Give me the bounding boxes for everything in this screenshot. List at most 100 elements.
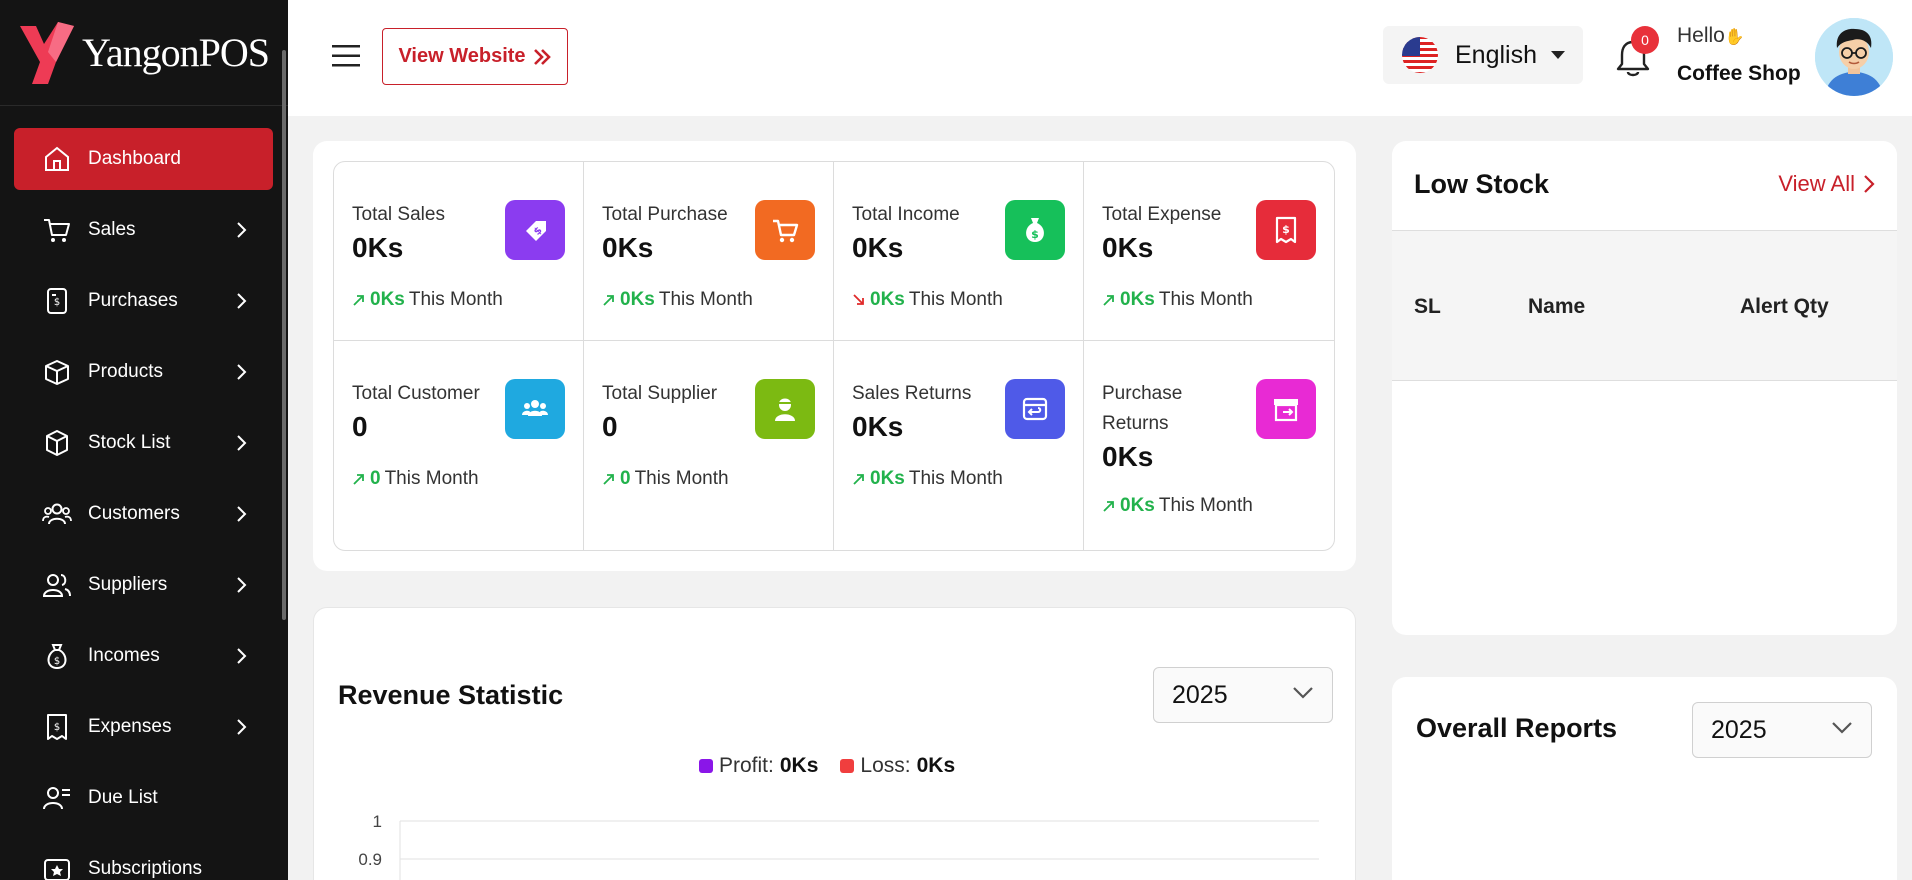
user-group-icon bbox=[42, 574, 71, 597]
sidebar-item-customers[interactable]: Customers bbox=[14, 483, 273, 545]
legend-name: Profit: bbox=[719, 754, 774, 777]
sidebar-scrollbar[interactable] bbox=[282, 50, 286, 620]
sidebar-item-label: Sales bbox=[88, 219, 136, 240]
notification-badge: 0 bbox=[1631, 26, 1659, 54]
stat-icon-tile bbox=[1256, 379, 1316, 439]
stat-total-purchase: Total Purchase 0Ks 0Ks This Month bbox=[584, 162, 834, 341]
chevron-right-icon bbox=[237, 293, 247, 309]
sidebar-item-incomes[interactable]: $ Incomes bbox=[14, 625, 273, 687]
trend-up-icon bbox=[353, 295, 364, 306]
overall-reports-title: Overall Reports bbox=[1416, 713, 1618, 743]
revenue-title: Revenue Statistic bbox=[338, 680, 564, 710]
legend-name: Loss: bbox=[860, 754, 911, 777]
sidebar-nav: Dashboard Sales $ Purchases Products Stock Li… bbox=[14, 128, 273, 880]
view-website-button[interactable]: View Website bbox=[382, 28, 568, 85]
revenue-statistic-card: Revenue Statistic 2025 Profit: 0Ks Loss: 0K… bbox=[313, 607, 1356, 880]
language-selector[interactable]: English bbox=[1383, 26, 1583, 84]
low-stock-card: Low Stock View All SL Name Alert Qty bbox=[1392, 141, 1897, 635]
cart-icon bbox=[773, 219, 799, 243]
stat-month: 0Ks This Month bbox=[1102, 495, 1253, 517]
stat-sales-returns: Sales Returns 0Ks 0Ks This Month bbox=[834, 341, 1084, 550]
shop-name: Coffee Shop bbox=[1677, 62, 1801, 85]
price-tag-icon: $ bbox=[526, 221, 546, 241]
chevron-right-icon bbox=[237, 506, 247, 522]
stat-month-label: This Month bbox=[1158, 495, 1253, 516]
column-name: Name bbox=[1528, 295, 1586, 318]
return-box-icon bbox=[1022, 397, 1048, 421]
sidebar-item-stock-list[interactable]: Stock List bbox=[14, 412, 273, 474]
sidebar-item-label: Suppliers bbox=[88, 574, 168, 595]
stat-month-value: 0Ks bbox=[620, 289, 655, 310]
sidebar-item-suppliers[interactable]: Suppliers bbox=[14, 554, 273, 616]
stat-month: 0Ks This Month bbox=[852, 468, 1003, 490]
chevron-right-icon bbox=[237, 648, 247, 664]
svg-text:$: $ bbox=[1282, 223, 1290, 236]
chevron-right-icon bbox=[1864, 175, 1875, 193]
chevron-down-icon bbox=[1293, 687, 1313, 699]
customers-icon bbox=[522, 400, 548, 416]
stat-total-customer: Total Customer 0 0 This Month bbox=[334, 341, 584, 550]
legend-profit[interactable]: Profit: 0Ks bbox=[699, 754, 818, 778]
sidebar-item-sales[interactable]: Sales bbox=[14, 199, 273, 261]
sidebar-item-dashboard[interactable]: Dashboard bbox=[14, 128, 273, 190]
y-tick-label: 1 bbox=[373, 812, 382, 831]
subscription-icon bbox=[44, 859, 70, 880]
caret-down-icon bbox=[1551, 51, 1565, 59]
chevron-right-icon bbox=[237, 222, 247, 238]
sidebar-item-label: Products bbox=[88, 361, 163, 382]
stat-month-value: 0Ks bbox=[870, 468, 905, 489]
avatar[interactable] bbox=[1815, 18, 1893, 96]
archive-return-icon bbox=[1274, 399, 1298, 422]
stat-month-value: 0Ks bbox=[1120, 495, 1155, 516]
box-icon bbox=[45, 360, 69, 385]
view-website-label: View Website bbox=[398, 45, 526, 67]
low-stock-table-header: SL Name Alert Qty bbox=[1392, 231, 1897, 381]
column-alert-qty: Alert Qty bbox=[1740, 295, 1829, 318]
stat-label: Sales Returns bbox=[852, 383, 972, 404]
stat-month-value: 0Ks bbox=[870, 289, 905, 310]
trend-up-icon bbox=[1103, 295, 1114, 306]
view-all-link[interactable]: View All bbox=[1778, 171, 1875, 197]
receipt-icon: $ bbox=[47, 288, 67, 314]
stat-label: Total Supplier bbox=[602, 383, 718, 404]
cube-icon bbox=[46, 430, 68, 456]
sidebar-item-expenses[interactable]: $ Expenses bbox=[14, 696, 273, 758]
trend-up-icon bbox=[853, 474, 864, 485]
revenue-year-select[interactable]: 2025 bbox=[1153, 667, 1333, 723]
stat-label: Total Expense bbox=[1102, 204, 1222, 225]
money-bag-icon: $ bbox=[47, 644, 67, 670]
stat-label: Total Income bbox=[852, 204, 960, 225]
stat-month: 0 This Month bbox=[602, 468, 729, 490]
overall-year-select[interactable]: 2025 bbox=[1692, 702, 1872, 758]
sidebar-item-due-list[interactable]: Due List bbox=[14, 767, 273, 829]
stat-icon-tile: $ bbox=[1005, 200, 1065, 260]
sidebar: YangonPOS Dashboard Sales $ Purchases Produc… bbox=[0, 0, 288, 880]
trend-down-icon bbox=[853, 294, 864, 305]
invoice-icon: $ bbox=[47, 714, 67, 740]
sidebar-item-label: Subscriptions bbox=[88, 858, 203, 879]
sidebar-item-label: Expenses bbox=[88, 716, 172, 737]
chevron-down-icon bbox=[1832, 722, 1852, 734]
stat-month: 0Ks This Month bbox=[602, 289, 753, 311]
svg-text:$: $ bbox=[1031, 228, 1039, 241]
legend-swatch bbox=[840, 759, 855, 773]
stats-card: Total Sales 0Ks 0Ks This Month $ Total Purcha… bbox=[313, 141, 1356, 571]
sidebar-item-purchases[interactable]: $ Purchases bbox=[14, 270, 273, 332]
stat-total-sales: Total Sales 0Ks 0Ks This Month $ bbox=[334, 162, 584, 341]
legend-value: 0Ks bbox=[779, 754, 819, 777]
trend-up-icon bbox=[603, 295, 614, 306]
legend-swatch bbox=[699, 759, 713, 773]
menu-toggle-icon[interactable] bbox=[332, 44, 360, 68]
sidebar-item-subscriptions[interactable]: Subscriptions bbox=[14, 838, 273, 880]
chevron-right-icon bbox=[237, 364, 247, 380]
bill-icon: $ bbox=[1275, 216, 1297, 244]
sidebar-item-label: Purchases bbox=[88, 290, 178, 311]
stat-month-label: This Month bbox=[908, 468, 1003, 489]
low-stock-title: Low Stock bbox=[1414, 169, 1550, 199]
sidebar-item-label: Customers bbox=[88, 503, 180, 524]
brand[interactable]: YangonPOS bbox=[0, 0, 288, 106]
y-tick-label: 0.9 bbox=[358, 850, 382, 869]
legend-loss[interactable]: Loss: 0Ks bbox=[840, 754, 955, 778]
stat-icon-tile: $ bbox=[505, 200, 565, 260]
sidebar-item-products[interactable]: Products bbox=[14, 341, 273, 403]
